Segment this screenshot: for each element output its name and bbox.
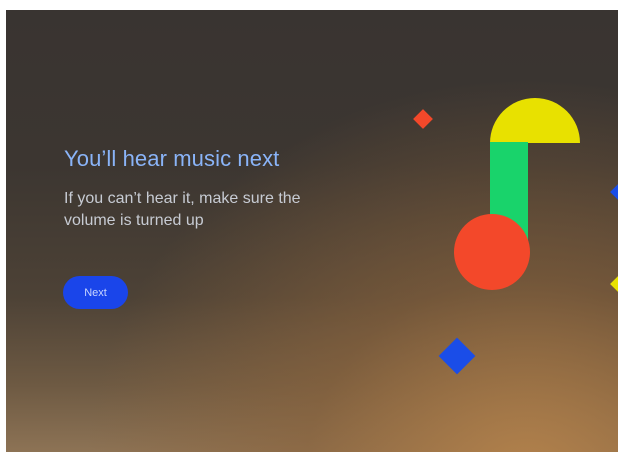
yellow-semicircle-shape [490, 98, 580, 143]
decorative-art [413, 98, 618, 375]
edge-yellow-diamond-icon [610, 274, 618, 294]
music-note-icon [454, 98, 580, 290]
edge-blue-diamond-icon [610, 182, 618, 202]
tv-screen: You’ll hear music next If you can’t hear… [6, 10, 618, 452]
red-circle-shape [454, 214, 530, 290]
red-diamond-icon [413, 109, 433, 129]
blue-diamond-icon [438, 337, 476, 375]
